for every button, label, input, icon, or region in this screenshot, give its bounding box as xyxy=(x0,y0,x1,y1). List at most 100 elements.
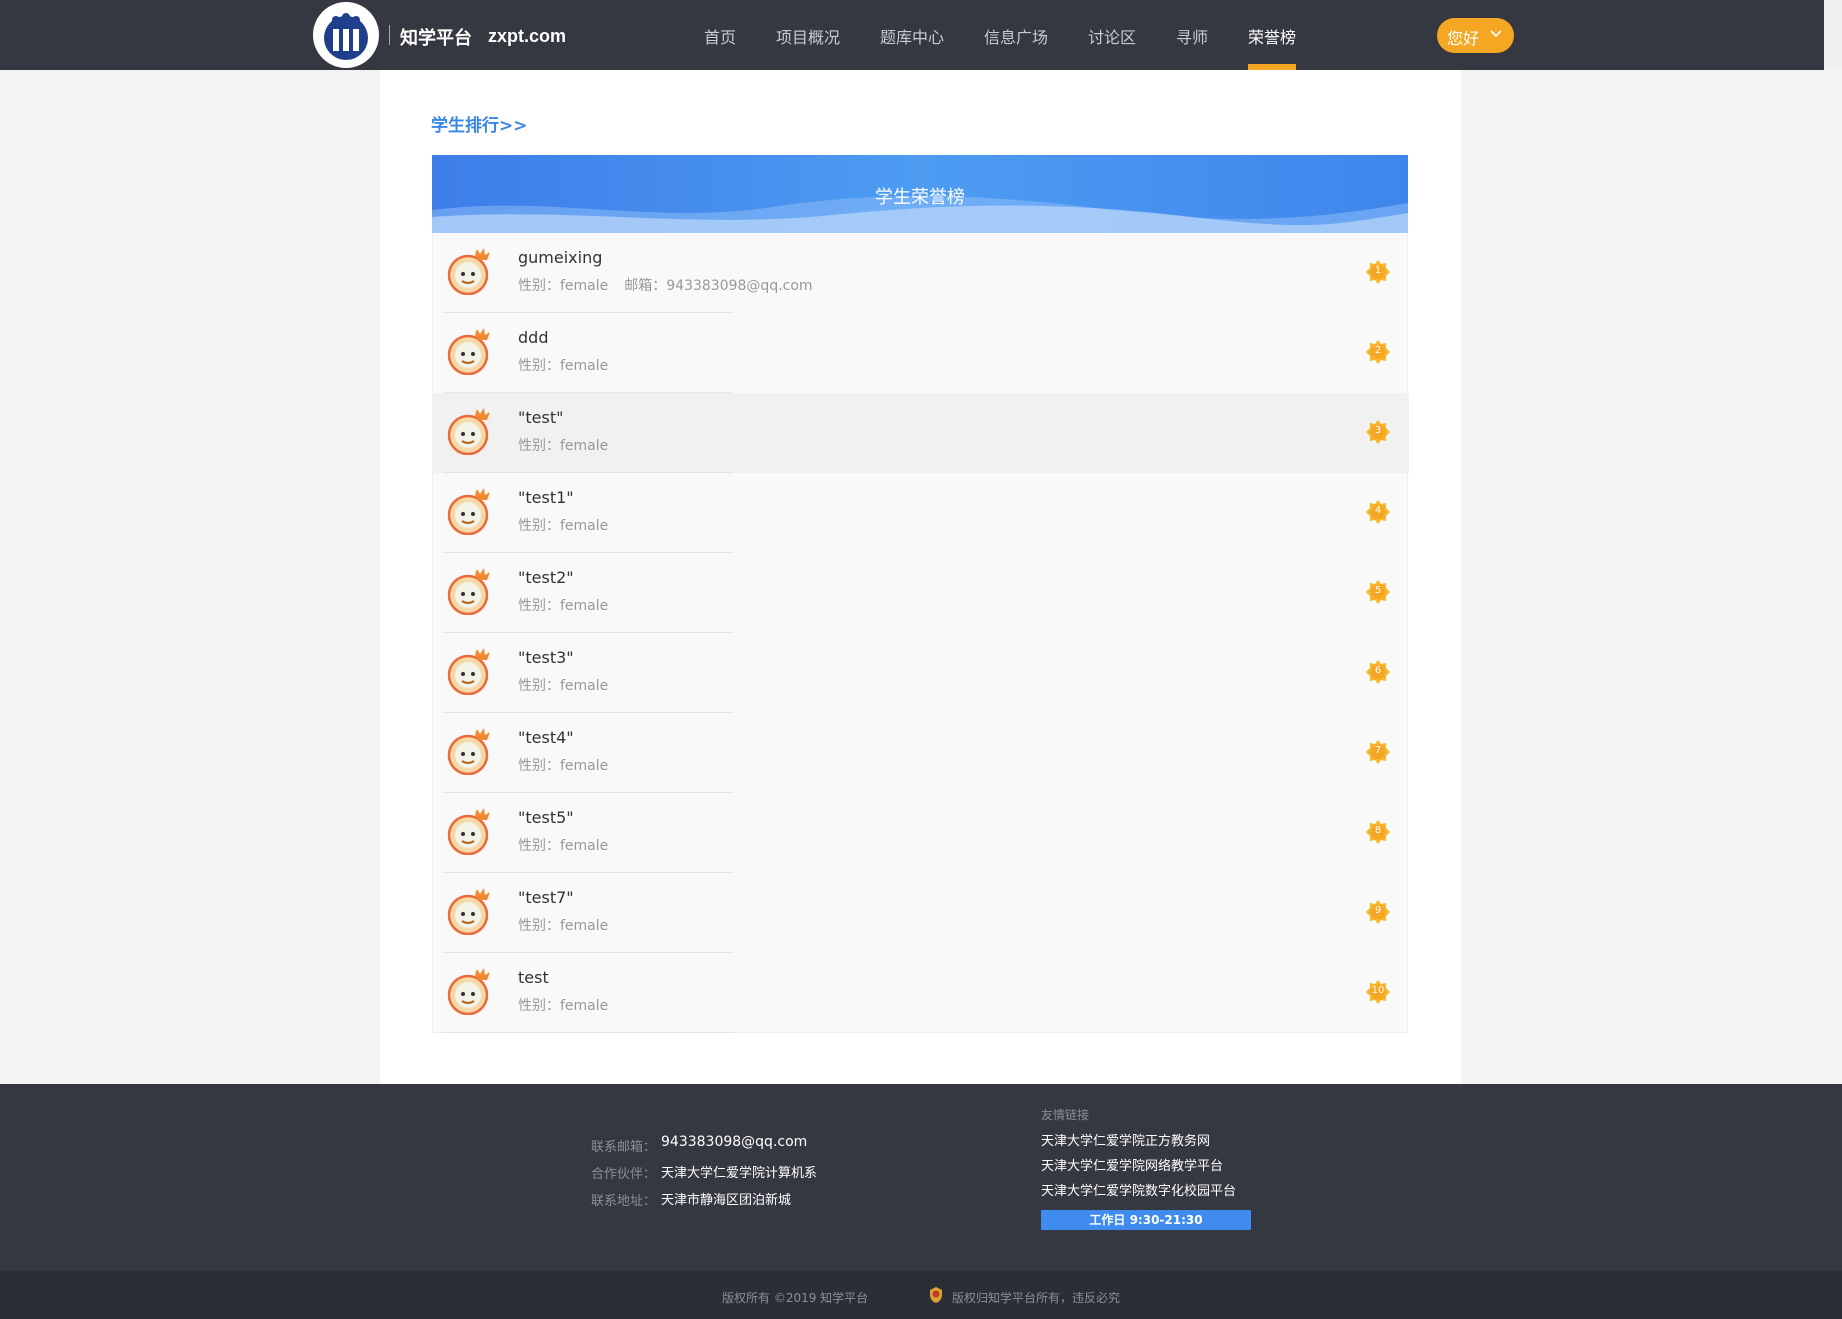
rank-number: 3 xyxy=(1374,425,1382,436)
student-name: ddd xyxy=(518,328,549,347)
student-row[interactable]: test 性别：female 10 xyxy=(433,953,1409,1033)
student-meta: 性别：female xyxy=(518,755,608,775)
rank-number: 10 xyxy=(1371,985,1385,996)
gender-value: female xyxy=(560,918,609,934)
student-meta: 性别：female xyxy=(518,675,608,695)
nav-item-find-tutor[interactable]: 寻师 xyxy=(1176,24,1208,48)
rank-number: 6 xyxy=(1374,665,1382,676)
gender-label: 性别： xyxy=(518,598,560,614)
crowned-avatar-icon xyxy=(447,247,493,296)
gender-value: female xyxy=(560,598,609,614)
address-label: 联系地址： xyxy=(591,1194,657,1209)
crowned-avatar-icon xyxy=(447,327,493,376)
copyright-bar xyxy=(0,1271,1842,1319)
site-logo-icon[interactable] xyxy=(313,2,379,68)
student-meta: 性别：female xyxy=(518,995,608,1015)
nav-item-discussion[interactable]: 讨论区 xyxy=(1088,24,1136,48)
student-row[interactable]: "test5" 性别：female 8 xyxy=(433,793,1409,873)
rank-number: 4 xyxy=(1374,505,1382,516)
gender-label: 性别： xyxy=(518,918,560,934)
friend-links-title: 友情链接 xyxy=(1041,1108,1090,1122)
rank-badge-icon: 10 xyxy=(1366,980,1390,1004)
crowned-avatar-icon xyxy=(447,567,493,616)
gender-label: 性别： xyxy=(518,838,560,854)
email-label: 邮箱： xyxy=(624,278,667,294)
student-name: "test" xyxy=(518,408,564,427)
student-meta: 性别：female xyxy=(518,435,608,455)
honor-board-list: gumeixing 性别：female 邮箱：943383098@qq.com 1… xyxy=(432,233,1409,1033)
rank-number: 2 xyxy=(1374,345,1382,356)
student-row[interactable]: ddd 性别：female 2 xyxy=(433,313,1409,393)
nav-item-overview[interactable]: 项目概况 xyxy=(776,24,840,48)
crowned-avatar-icon xyxy=(447,887,493,936)
worktime-badge: 工作日 9:30-21:30 xyxy=(1041,1210,1251,1230)
student-name: "test5" xyxy=(518,808,574,827)
crowned-avatar-icon xyxy=(447,487,493,536)
student-meta: 性别：female 邮箱：943383098@qq.com xyxy=(518,275,813,295)
rank-badge-icon: 3 xyxy=(1366,420,1390,444)
student-row[interactable]: gumeixing 性别：female 邮箱：943383098@qq.com 1 xyxy=(433,233,1409,313)
nav-item-question-bank[interactable]: 题库中心 xyxy=(880,24,944,48)
brand-domain: zxpt.com xyxy=(488,26,567,46)
row-divider xyxy=(443,1032,733,1033)
rank-badge-icon: 4 xyxy=(1366,500,1390,524)
user-menu-button[interactable]: 您好 xyxy=(1437,18,1514,53)
student-name: "test1" xyxy=(518,488,574,507)
gender-value: female xyxy=(560,838,609,854)
crowned-avatar-icon xyxy=(447,807,493,856)
gender-label: 性别： xyxy=(518,518,560,534)
student-row[interactable]: "test1" 性别：female 4 xyxy=(433,473,1409,553)
student-meta: 性别：female xyxy=(518,355,608,375)
student-row[interactable]: "test" 性别：female 3 xyxy=(433,393,1409,473)
partner-label: 合作伙伴： xyxy=(591,1167,657,1182)
student-meta: 性别：female xyxy=(518,915,608,935)
friend-link[interactable]: 天津大学仁爱学院网络教学平台 xyxy=(1041,1155,1223,1174)
crowned-avatar-icon xyxy=(447,647,493,696)
student-ranking-link[interactable]: 学生排行>> xyxy=(431,111,528,136)
rights-text: 版权归知学平台所有，违反必究 xyxy=(952,1291,1121,1305)
rank-badge-icon: 9 xyxy=(1366,900,1390,924)
student-row[interactable]: "test2" 性别：female 5 xyxy=(433,553,1409,633)
rank-badge-icon: 5 xyxy=(1366,580,1390,604)
rank-number: 9 xyxy=(1374,905,1382,916)
gender-label: 性别： xyxy=(518,278,560,294)
student-name: test xyxy=(518,968,549,987)
logo-divider xyxy=(389,25,390,45)
rank-badge-icon: 1 xyxy=(1366,260,1390,284)
student-row[interactable]: "test4" 性别：female 7 xyxy=(433,713,1409,793)
top-navbar: 知学平台 zxpt.com 首页 项目概况 题库中心 信息广场 讨论区 寻师 荣… xyxy=(0,0,1824,70)
board-title: 学生荣誉榜 xyxy=(875,187,965,208)
honor-board-header: 学生荣誉榜 xyxy=(432,155,1408,233)
user-greeting: 您好 xyxy=(1447,29,1480,48)
nav-item-home[interactable]: 首页 xyxy=(704,24,736,48)
student-meta: 性别：female xyxy=(518,595,608,615)
rank-number: 5 xyxy=(1374,585,1382,596)
rank-badge-icon: 2 xyxy=(1366,340,1390,364)
gender-value: female xyxy=(560,518,609,534)
student-meta: 性别：female xyxy=(518,835,608,855)
window-scrollbar[interactable] xyxy=(1824,70,1842,1084)
address-value: 天津市静海区团泊新城 xyxy=(661,1193,792,1208)
student-row[interactable]: "test3" 性别：female 6 xyxy=(433,633,1409,713)
gender-label: 性别： xyxy=(518,438,560,454)
student-name: "test7" xyxy=(518,888,574,907)
police-badge-icon xyxy=(928,1286,944,1304)
friend-link[interactable]: 天津大学仁爱学院正方教务网 xyxy=(1041,1130,1210,1149)
student-row[interactable]: "test7" 性别：female 9 xyxy=(433,873,1409,953)
window-scrollbar-top[interactable] xyxy=(1824,0,1842,70)
rank-badge-icon: 6 xyxy=(1366,660,1390,684)
gender-value: female xyxy=(560,278,609,294)
student-meta: 性别：female xyxy=(518,515,608,535)
rank-badge-icon: 8 xyxy=(1366,820,1390,844)
gender-value: female xyxy=(560,758,609,774)
rank-number: 8 xyxy=(1374,825,1382,836)
gender-label: 性别： xyxy=(518,758,560,774)
nav-item-info-square[interactable]: 信息广场 xyxy=(984,24,1048,48)
nav-item-honor-board[interactable]: 荣誉榜 xyxy=(1248,24,1296,48)
gender-value: female xyxy=(560,998,609,1014)
gender-label: 性别： xyxy=(518,998,560,1014)
contact-email-label: 联系邮箱： xyxy=(591,1140,657,1155)
friend-link[interactable]: 天津大学仁爱学院数字化校园平台 xyxy=(1041,1180,1236,1199)
rank-number: 1 xyxy=(1374,265,1382,276)
student-name: "test4" xyxy=(518,728,574,747)
